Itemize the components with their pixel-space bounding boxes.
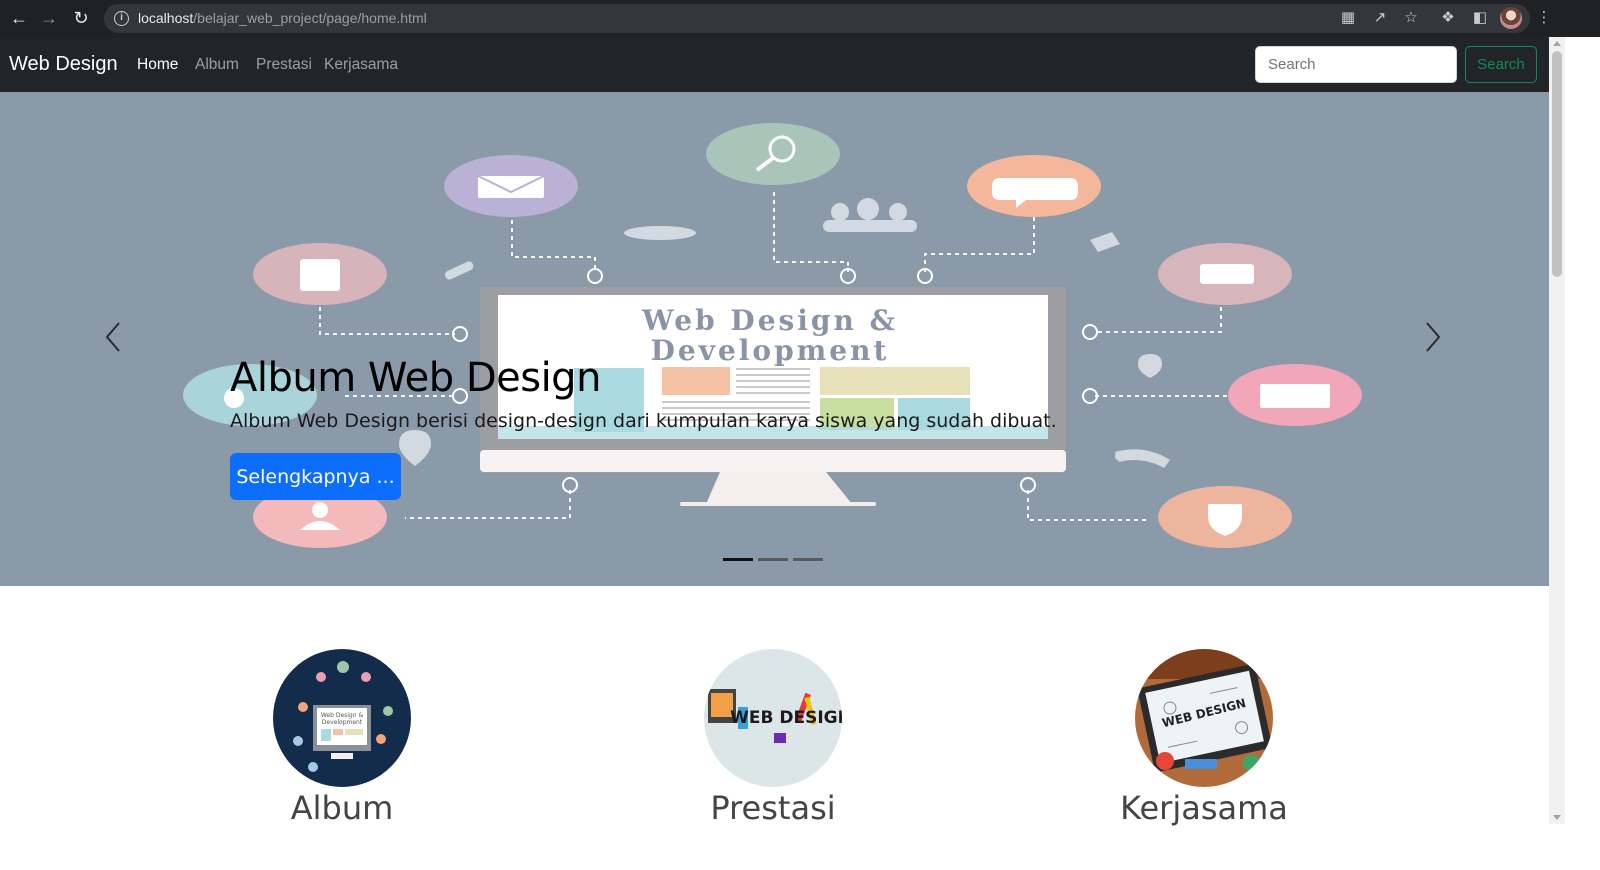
feature-prestasi-label[interactable]: Prestasi <box>643 789 903 827</box>
scroll-up-icon[interactable] <box>1553 41 1561 46</box>
carousel-caption-title: Album Web Design <box>230 355 601 401</box>
carousel-slide-image: Web Design & Development <box>183 123 1362 548</box>
carousel-caption-text: Album Web Design berisi design-design da… <box>230 410 1057 432</box>
feature-album-label[interactable]: Album <box>212 789 472 827</box>
read-more-button[interactable]: Selengkapnya ... <box>230 453 401 500</box>
navbar-brand[interactable]: Web Design <box>9 53 118 76</box>
hero-carousel: Web Design & Development Album Web Desig… <box>0 92 1549 586</box>
address-url: localhost/belajar_web_project/page/home.… <box>138 10 427 26</box>
nav-link-kerjasama[interactable]: Kerjasama <box>324 56 398 74</box>
side-panel-icon[interactable]: ◧ <box>1470 8 1490 28</box>
browser-toolbar: ← → ↻ i localhost/belajar_web_project/pa… <box>0 0 1600 37</box>
prestasi-thumbnail[interactable]: WEB DESIGN <box>704 649 842 787</box>
profile-avatar[interactable] <box>1500 7 1522 29</box>
feature-kerjasama: WEB DESIGN Kerjasama <box>1074 649 1334 827</box>
page-scrollbar[interactable] <box>1549 37 1565 824</box>
forward-arrow-icon[interactable]: → <box>38 7 60 29</box>
reload-icon[interactable]: ↻ <box>70 7 92 29</box>
extensions-puzzle-icon[interactable]: ❖ <box>1438 8 1458 28</box>
back-arrow-icon[interactable]: ← <box>8 7 30 29</box>
svg-text:WEB DESIGN: WEB DESIGN <box>730 708 842 728</box>
url-path: /belajar_web_project/page/home.html <box>193 10 427 26</box>
nav-link-home[interactable]: Home <box>137 56 178 74</box>
carousel-indicator-1[interactable] <box>723 558 753 561</box>
feature-kerjasama-label[interactable]: Kerjasama <box>1074 789 1334 827</box>
album-thumbnail[interactable]: Web Design & Development <box>273 649 411 787</box>
search-button[interactable]: Search <box>1465 46 1537 83</box>
svg-text:Web Design &: Web Design & <box>641 304 898 337</box>
carousel-prev-icon[interactable] <box>99 317 129 357</box>
address-bar[interactable]: i localhost/belajar_web_project/page/hom… <box>104 4 1530 33</box>
nav-link-album[interactable]: Album <box>195 56 239 74</box>
feature-album: Web Design & Development Album <box>212 649 472 827</box>
site-info-icon[interactable]: i <box>114 11 129 26</box>
svg-text:Development: Development <box>651 334 890 367</box>
translate-icon[interactable]: ▦ <box>1338 8 1358 28</box>
nav-link-prestasi[interactable]: Prestasi <box>256 56 312 74</box>
kerjasama-thumbnail[interactable]: WEB DESIGN <box>1135 649 1273 787</box>
window-edge <box>1565 37 1600 870</box>
share-icon[interactable]: ↗ <box>1370 8 1390 28</box>
scrollbar-thumb[interactable] <box>1552 51 1562 277</box>
search-input[interactable] <box>1255 46 1457 83</box>
carousel-indicator-3[interactable] <box>793 558 823 561</box>
scroll-down-icon[interactable] <box>1553 815 1561 820</box>
feature-prestasi: WEB DESIGN Prestasi <box>643 649 903 827</box>
search-magnifier-icon <box>706 123 840 185</box>
site-navbar: Web Design Home Album Prestasi Kerjasama… <box>0 37 1549 92</box>
bookmark-star-icon[interactable]: ☆ <box>1401 8 1421 28</box>
menu-dots-icon[interactable]: ⋮ <box>1534 8 1554 28</box>
svg-text:Development: Development <box>322 719 363 726</box>
carousel-next-icon[interactable] <box>1417 317 1447 357</box>
url-host: localhost <box>138 10 194 26</box>
web-page: Web Design Home Album Prestasi Kerjasama… <box>0 37 1549 870</box>
svg-text:Web Design &: Web Design & <box>321 712 364 719</box>
carousel-indicator-2[interactable] <box>758 558 788 561</box>
